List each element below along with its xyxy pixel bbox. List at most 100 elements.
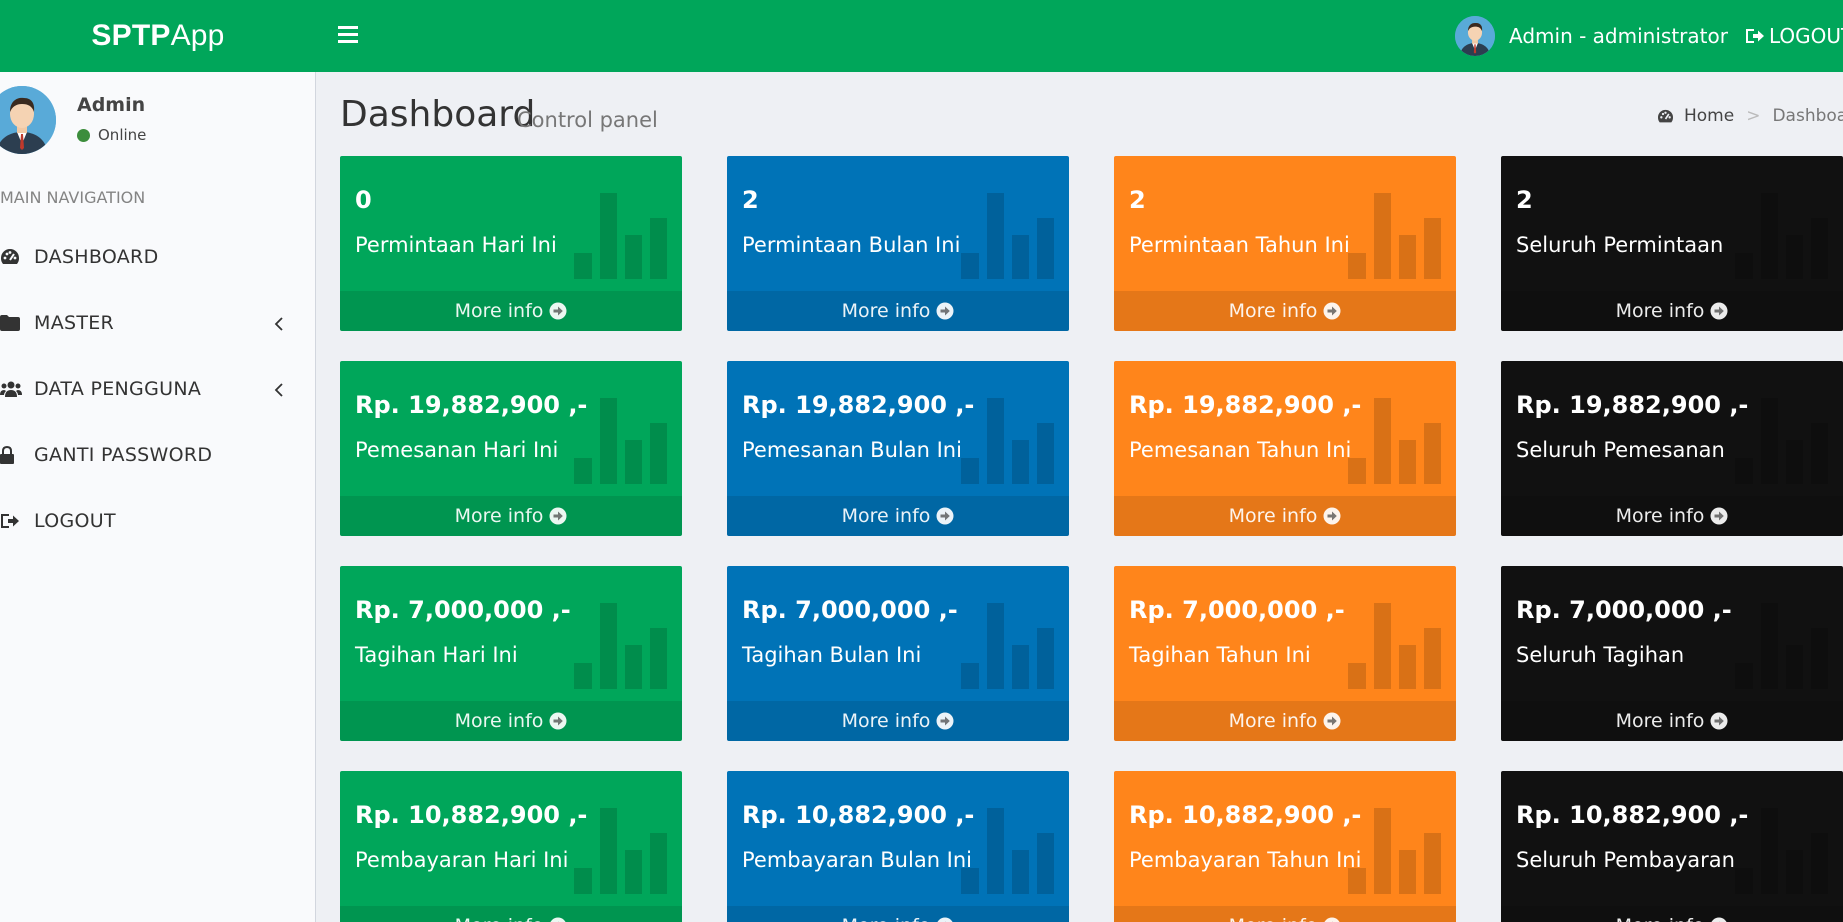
- more-info-label: More info: [1228, 300, 1318, 322]
- more-info-label: More info: [1615, 300, 1705, 322]
- stat-box-value: Rp. 10,882,900 ,-: [1516, 801, 1749, 829]
- sidebar: Admin Online MAIN NAVIGATION DASHBOARD M…: [0, 72, 316, 922]
- dashboard-icon: [0, 246, 22, 268]
- more-info-link[interactable]: More info: [340, 906, 682, 922]
- bar-chart-icon: [1735, 603, 1828, 689]
- lock-icon: [0, 444, 22, 466]
- more-info-link[interactable]: More info: [1114, 906, 1456, 922]
- stat-box-value: Rp. 7,000,000 ,-: [1129, 596, 1345, 624]
- arrow-circle-right-icon: [1323, 507, 1341, 525]
- stat-box: 2 Permintaan Bulan Ini More info: [727, 156, 1069, 331]
- stat-box: Rp. 7,000,000 ,- Seluruh Tagihan More info: [1501, 566, 1843, 741]
- more-info-link[interactable]: More info: [727, 496, 1069, 536]
- sidebar-item-logout[interactable]: LOGOUT: [0, 488, 316, 554]
- stat-box-value: Rp. 10,882,900 ,-: [1129, 801, 1362, 829]
- stat-box-value: 2: [1129, 186, 1146, 214]
- more-info-link[interactable]: More info: [340, 701, 682, 741]
- stat-box-label: Seluruh Tagihan: [1516, 643, 1685, 667]
- sidebar-item-dashboard[interactable]: DASHBOARD: [0, 224, 316, 290]
- arrow-circle-right-icon: [1324, 917, 1340, 922]
- page-title: Dashboard: [340, 94, 536, 135]
- logo-bold-text: SPTP: [91, 19, 171, 52]
- page-subtitle: Control panel: [517, 108, 658, 132]
- hamburger-icon: [330, 26, 366, 43]
- arrow-circle-right-icon: [936, 302, 954, 320]
- more-info-link[interactable]: More info: [340, 291, 682, 331]
- main-navigation: DASHBOARD MASTER DATA PENGGUNA GANTI PAS…: [0, 224, 316, 554]
- stat-box-label: Permintaan Tahun Ini: [1129, 233, 1350, 257]
- arrow-circle-right-icon: [937, 917, 953, 922]
- arrow-circle-right-icon: [549, 507, 567, 525]
- sidebar-item-label: DATA PENGGUNA: [34, 378, 202, 400]
- stat-box-label: Pembayaran Hari Ini: [355, 848, 569, 872]
- arrow-circle-right-icon: [1710, 507, 1728, 525]
- bar-chart-icon: [1735, 808, 1828, 894]
- stat-box-value: Rp. 7,000,000 ,-: [355, 596, 571, 624]
- more-info-label: More info: [455, 915, 544, 922]
- more-info-label: More info: [454, 710, 544, 732]
- user-avatar-icon: [0, 86, 56, 154]
- sidebar-item-ganti-password[interactable]: GANTI PASSWORD: [0, 422, 316, 488]
- stat-box: 2 Seluruh Permintaan More info: [1501, 156, 1843, 331]
- sidebar-item-master[interactable]: MASTER: [0, 290, 316, 356]
- user-avatar-icon: [1455, 16, 1495, 56]
- app-logo[interactable]: SPTP App: [0, 0, 316, 72]
- more-info-label: More info: [1228, 710, 1318, 732]
- more-info-link[interactable]: More info: [1501, 906, 1843, 922]
- more-info-link[interactable]: More info: [1501, 701, 1843, 741]
- more-info-link[interactable]: More info: [727, 291, 1069, 331]
- stat-box-label: Seluruh Permintaan: [1516, 233, 1724, 257]
- user-menu[interactable]: Admin - administrator: [1455, 16, 1728, 56]
- stat-box-value: Rp. 7,000,000 ,-: [1516, 596, 1732, 624]
- sidebar-item-data-pengguna[interactable]: DATA PENGGUNA: [0, 356, 316, 422]
- content-header: Dashboard Control panel Home > Dashboard: [340, 92, 1843, 142]
- bar-chart-icon: [574, 808, 667, 894]
- sidebar-item-label: MASTER: [34, 312, 115, 334]
- sidebar-toggle-button[interactable]: [330, 22, 366, 50]
- stat-box: Rp. 19,882,900 ,- Seluruh Pemesanan More i…: [1501, 361, 1843, 536]
- stat-box-label: Pemesanan Hari Ini: [355, 438, 559, 462]
- stat-box: Rp. 7,000,000 ,- Tagihan Hari Ini More inf…: [340, 566, 682, 741]
- more-info-link[interactable]: More info: [1501, 496, 1843, 536]
- stat-box: 0 Permintaan Hari Ini More info: [340, 156, 682, 331]
- stat-box-value: 2: [742, 186, 759, 214]
- stat-box-value: Rp. 10,882,900 ,-: [742, 801, 975, 829]
- stat-box-label: Seluruh Pemesanan: [1516, 438, 1725, 462]
- stat-box: Rp. 19,882,900 ,- Pemesanan Hari Ini More …: [340, 361, 682, 536]
- stat-box-label: Tagihan Tahun Ini: [1129, 643, 1311, 667]
- bar-chart-icon: [574, 398, 667, 484]
- more-info-link[interactable]: More info: [1114, 701, 1456, 741]
- stat-box-value: 2: [1516, 186, 1533, 214]
- sidebar-item-label: GANTI PASSWORD: [34, 444, 213, 466]
- breadcrumb-home-link[interactable]: Home: [1657, 106, 1734, 126]
- logout-button[interactable]: LOGOUT: [1745, 22, 1843, 50]
- more-info-link[interactable]: More info: [727, 701, 1069, 741]
- bar-chart-icon: [1348, 398, 1441, 484]
- stat-box-label: Pemesanan Bulan Ini: [742, 438, 962, 462]
- stat-box: Rp. 7,000,000 ,- Tagihan Tahun Ini More in…: [1114, 566, 1456, 741]
- user-name-label: Admin - administrator: [1509, 24, 1728, 48]
- bar-chart-icon: [574, 603, 667, 689]
- stat-box: Rp. 7,000,000 ,- Tagihan Bulan Ini More in…: [727, 566, 1069, 741]
- bar-chart-icon: [961, 603, 1054, 689]
- stat-box-value: Rp. 19,882,900 ,-: [1516, 391, 1749, 419]
- stat-box-value: 0: [355, 186, 372, 214]
- more-info-link[interactable]: More info: [340, 496, 682, 536]
- more-info-label: More info: [454, 300, 544, 322]
- dashboard-icon: [1657, 109, 1674, 122]
- more-info-link[interactable]: More info: [1114, 291, 1456, 331]
- more-info-label: More info: [842, 915, 931, 922]
- more-info-link[interactable]: More info: [727, 906, 1069, 922]
- breadcrumb-separator: >: [1746, 106, 1761, 126]
- more-info-link[interactable]: More info: [1501, 291, 1843, 331]
- arrow-circle-right-icon: [549, 712, 567, 730]
- bar-chart-icon: [961, 398, 1054, 484]
- more-info-label: More info: [1229, 915, 1318, 922]
- bar-chart-icon: [961, 193, 1054, 279]
- more-info-link[interactable]: More info: [1114, 496, 1456, 536]
- stat-box-label: Permintaan Hari Ini: [355, 233, 557, 257]
- arrow-circle-right-icon: [1323, 302, 1341, 320]
- online-status-icon: [77, 128, 90, 142]
- user-status-label: Online: [98, 126, 147, 144]
- stat-box-value: Rp. 7,000,000 ,-: [742, 596, 958, 624]
